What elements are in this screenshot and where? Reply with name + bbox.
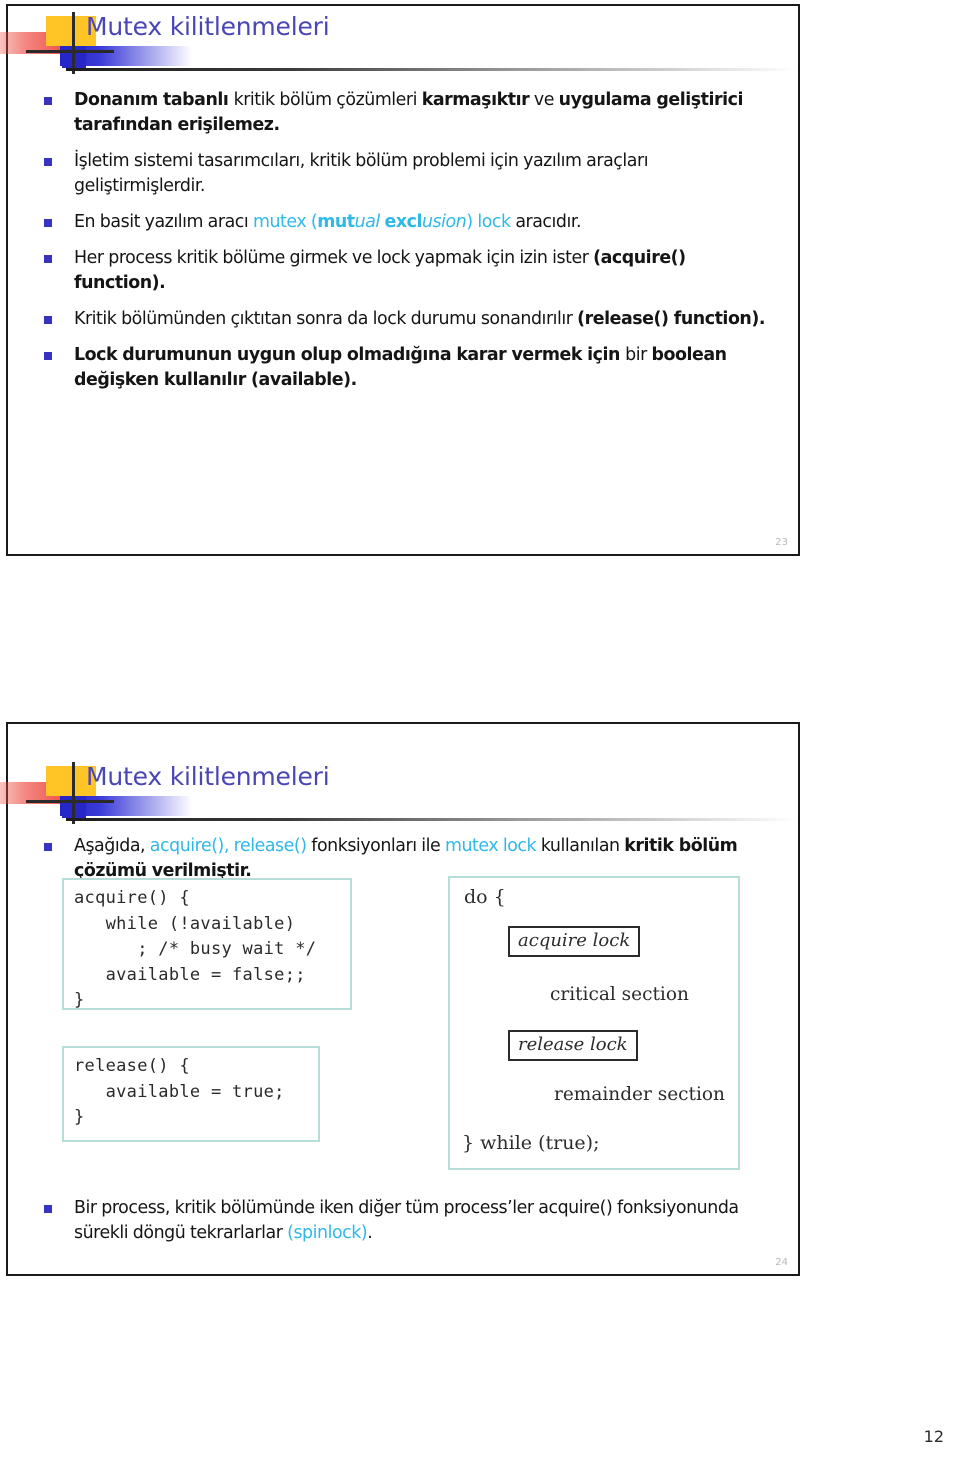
acquire-lock-box: acquire lock — [508, 926, 641, 957]
handout-page: Mutex kilitlenmeleri Donanım tabanlı kri… — [0, 0, 960, 1458]
decoration-vertical-line — [72, 762, 75, 824]
do-while-body: do { acquire lock critical section relea… — [450, 878, 738, 1168]
slide-1-title-rule — [66, 68, 798, 71]
figure-do-while-diagram: do { acquire lock critical section relea… — [448, 876, 740, 1170]
figure-acquire-code: acquire() { while (!available) ; /* busy… — [62, 878, 352, 1010]
release-lock-box: release lock — [508, 1030, 638, 1061]
slide-1: Mutex kilitlenmeleri Donanım tabanlı kri… — [0, 4, 800, 556]
slide-2-number: 24 — [775, 1257, 788, 1268]
bullet-boolean-available: Lock durumunun uygun olup olmadığına kar… — [36, 343, 780, 393]
bullet-acquire: Her process kritik bölüme girmek ve lock… — [36, 246, 780, 296]
slide-1-title-block: Mutex kilitlenmeleri — [0, 6, 798, 76]
bullet-os-designers: İşletim sistemi tasarımcıları, kritik bö… — [36, 149, 780, 199]
bullet-release: Kritik bölümünden çıktıtan sonra da lock… — [36, 307, 780, 332]
figure-release-code: release() { available = true; } — [62, 1046, 320, 1142]
release-code-text: release() { available = true; } — [74, 1056, 285, 1127]
decoration-vertical-line — [72, 12, 75, 74]
critical-section-label: critical section — [550, 984, 689, 1005]
remainder-section-label: remainder section — [554, 1084, 725, 1105]
decoration-horizontal-line — [26, 800, 114, 803]
bullet-hardware-solutions: Donanım tabanlı kritik bölüm çözümleri k… — [36, 88, 780, 138]
bullet-spinlock: Bir process, kritik bölümünde iken diğer… — [36, 1196, 780, 1246]
do-open-label: do { — [464, 886, 506, 908]
decoration-horizontal-line — [26, 50, 114, 53]
acquire-code-text: acquire() { while (!available) ; /* busy… — [74, 888, 317, 1010]
slide-2-title-block: Mutex kilitlenmeleri — [0, 756, 798, 826]
bullet-mutex-lock: En basit yazılım aracı mutex (mutual exc… — [36, 210, 780, 235]
while-close-label: } while (true); — [462, 1132, 600, 1154]
slide-1-number: 23 — [775, 537, 788, 548]
handout-page-number: 12 — [923, 1427, 944, 1446]
slide-2-title-rule — [66, 818, 798, 821]
slide-2-title: Mutex kilitlenmeleri — [86, 762, 330, 791]
slide-1-title: Mutex kilitlenmeleri — [86, 12, 330, 41]
slide-1-bullet-list: Donanım tabanlı kritik bölüm çözümleri k… — [36, 88, 780, 404]
slide-2-bottom-bullet-list: Bir process, kritik bölümünde iken diğer… — [36, 1196, 780, 1257]
